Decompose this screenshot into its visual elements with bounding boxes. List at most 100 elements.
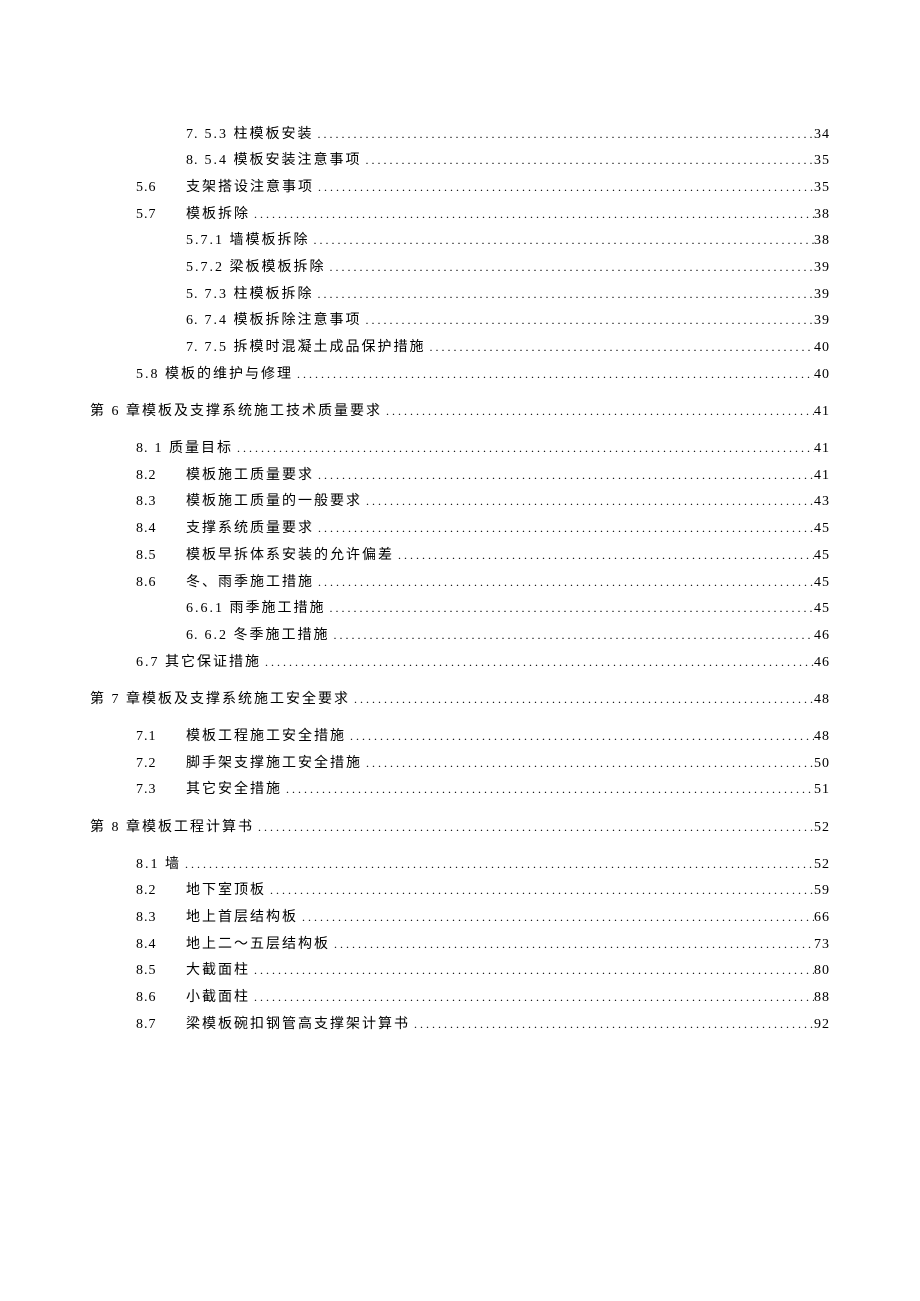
toc-entry-page: 48 [814,724,830,749]
toc-leader-dots [350,687,814,712]
toc-entry-number: 7. [186,122,205,147]
toc-entry-number: 8. [186,148,205,173]
toc-entry-page: 51 [814,777,830,802]
toc-entry-number: 7.3 [136,777,186,802]
toc-entry: 6.6.1 雨季施工措施 45 [90,596,830,621]
toc-entry: 8.1 质量目标41 [90,436,830,461]
toc-entry-page: 52 [814,815,830,840]
toc-entry-page: 38 [814,228,830,253]
toc-entry: 8.5大截面柱80 [90,958,830,983]
toc-entry-label: 5.7.2 梁板模板拆除 [186,255,326,280]
toc-entry-page: 39 [814,282,830,307]
toc-entry-number: 8. [136,436,155,461]
toc-entry-number: 7. [186,335,205,360]
toc-entry-page: 46 [814,650,830,675]
toc-entry-number: 8.3 [136,489,186,514]
toc-entry-page: 40 [814,335,830,360]
toc-entry-label: 8.1 墙 [136,852,181,877]
toc-entry-page: 41 [814,463,830,488]
toc-entry: 8.5.4 模板安装注意事项35 [90,148,830,173]
toc-entry: 8.4地上二～五层结构板73 [90,932,830,957]
toc-leader-dots [314,463,814,488]
toc-entry-label: 7.5 拆模时混凝土成品保护措施 [205,335,426,360]
toc-entry-number: 8.6 [136,985,186,1010]
toc-entry: 7.7.5 拆模时混凝土成品保护措施 40 [90,335,830,360]
toc-entry-page: 45 [814,596,830,621]
toc-leader-dots [410,1012,814,1037]
toc-leader-dots [261,650,814,675]
toc-entry: 7.3其它安全措施 51 [90,777,830,802]
toc-entry-label: 地下室顶板 [186,878,266,903]
toc-entry-label: 其它安全措施 [186,777,282,802]
toc-entry-number: 7.2 [136,751,186,776]
toc-leader-dots [314,122,815,147]
toc-entry: 6.7.4 模板拆除注意事项39 [90,308,830,333]
toc-entry-label: 6.6.1 雨季施工措施 [186,596,326,621]
toc-entry: 5.7模板拆除38 [90,202,830,227]
toc-entry-number: 8.2 [136,878,186,903]
toc-entry: 8.6小截面柱88 [90,985,830,1010]
toc-entry-label: 7.4 模板拆除注意事项 [205,308,362,333]
toc-leader-dots [314,175,814,200]
toc-entry-label: 梁模板碗扣钢管高支撑架计算书 [186,1012,410,1037]
toc-entry-page: 52 [814,852,830,877]
toc-entry-label: 模板施工质量要求 [186,463,314,488]
toc-leader-dots [250,985,814,1010]
toc-entry-page: 35 [814,148,830,173]
toc-leader-dots [314,570,814,595]
toc-entry-label: 第 8 章模板工程计算书 [90,815,254,840]
toc-entry-label: 支撑系统质量要求 [186,516,314,541]
toc-entry: 第 6 章模板及支撑系统施工技术质量要求41 [90,399,830,424]
toc-entry-label: 7.3 柱模板拆除 [205,282,314,307]
toc-entry: 5.6支架搭设注意事项35 [90,175,830,200]
toc-entry: 5.8 模板的维护与修理40 [90,362,830,387]
toc-entry-label: 模板拆除 [186,202,250,227]
toc-entry: 8.3地上首层结构板66 [90,905,830,930]
toc-leader-dots [362,751,814,776]
toc-leader-dots [254,815,814,840]
toc-entry-label: 小截面柱 [186,985,250,1010]
toc-leader-dots [330,623,815,648]
toc-entry: 8.5模板早拆体系安装的允许偏差45 [90,543,830,568]
toc-page: 7.5.3 柱模板安装348.5.4 模板安装注意事项355.6支架搭设注意事项… [0,0,920,1037]
toc-entry-label: 脚手架支撑施工安全措施 [186,751,362,776]
toc-entry: 8.1 墙 52 [90,852,830,877]
toc-entry-page: 41 [814,399,830,424]
toc-leader-dots [233,436,814,461]
toc-entry-label: 5.3 柱模板安装 [205,122,314,147]
toc-entry-page: 35 [814,175,830,200]
toc-leader-dots [314,516,814,541]
toc-entry-label: 模板工程施工安全措施 [186,724,346,749]
toc-entry-number: 5.6 [136,175,186,200]
toc-entry-page: 38 [814,202,830,227]
toc-entry: 5.7.1 墙模板拆除 38 [90,228,830,253]
toc-leader-dots [426,335,815,360]
toc-entry-page: 45 [814,543,830,568]
toc-entry: 8.7梁模板碗扣钢管高支撑架计算书92 [90,1012,830,1037]
toc-entry-label: 5.7.1 墙模板拆除 [186,228,310,253]
toc-leader-dots [362,489,814,514]
toc-leader-dots [250,958,814,983]
toc-entry: 8.2地下室顶板 59 [90,878,830,903]
toc-leader-dots [330,932,814,957]
toc-entry-number: 8.2 [136,463,186,488]
toc-entry-page: 59 [814,878,830,903]
toc-leader-dots [293,362,814,387]
toc-entry: 7.2脚手架支撑施工安全措施50 [90,751,830,776]
toc-entry-number: 8.3 [136,905,186,930]
toc-leader-dots [282,777,814,802]
toc-entry-page: 80 [814,958,830,983]
toc-entry-number: 8.4 [136,516,186,541]
toc-entry-page: 34 [814,122,830,147]
toc-entry-page: 73 [814,932,830,957]
toc-entry-page: 40 [814,362,830,387]
toc-leader-dots [362,148,815,173]
toc-entry: 8.3模板施工质量的一般要求43 [90,489,830,514]
toc-leader-dots [181,852,814,877]
toc-entry-page: 46 [814,623,830,648]
toc-entry: 5.7.2 梁板模板拆除39 [90,255,830,280]
toc-entry-label: 6.2 冬季施工措施 [205,623,330,648]
toc-entry-number: 5. [186,282,205,307]
toc-entry: 8.2模板施工质量要求 41 [90,463,830,488]
toc-leader-dots [326,255,815,280]
